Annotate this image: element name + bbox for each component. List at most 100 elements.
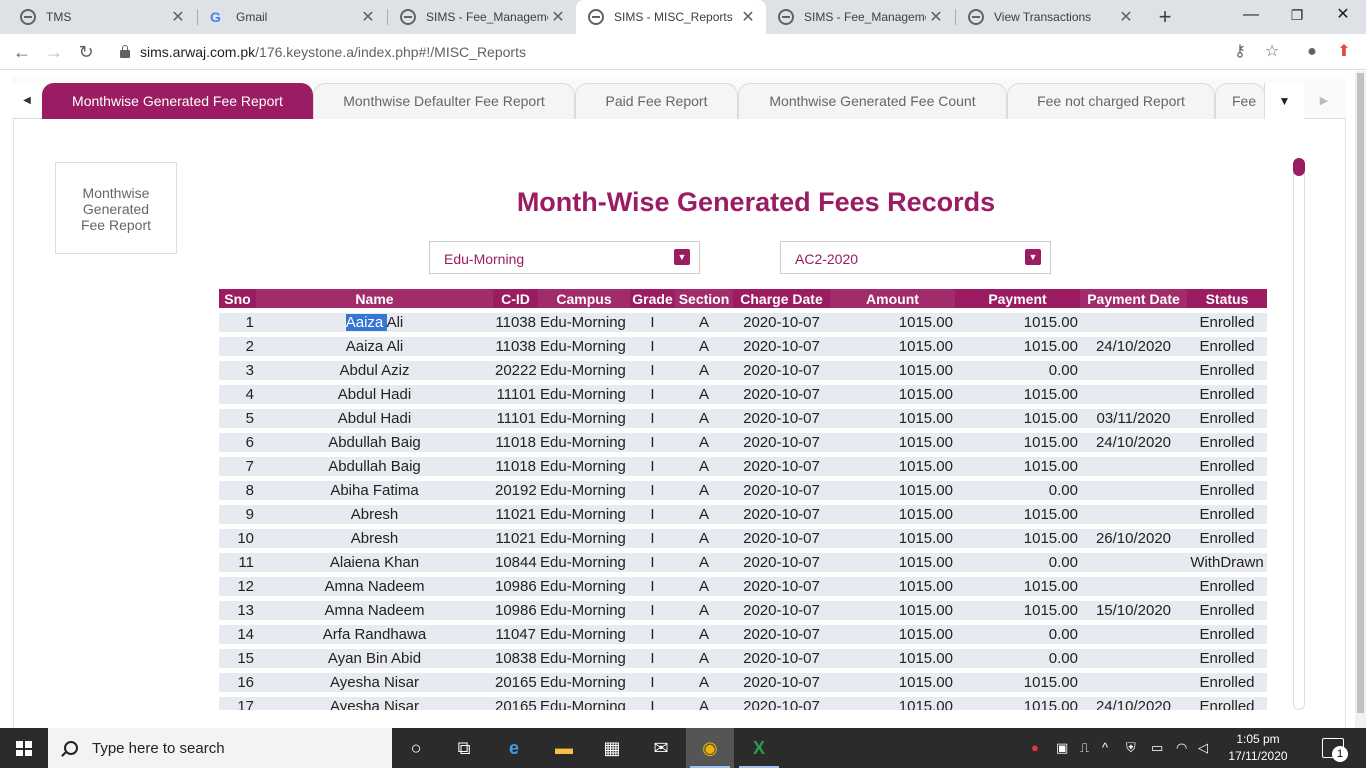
taskbar-clock[interactable]: 1:05 pm 17/11/2020 [1226, 731, 1290, 765]
column-header[interactable]: Name [256, 289, 493, 308]
close-icon[interactable]: ✕ [168, 7, 188, 27]
table-scrollbar-thumb[interactable] [1293, 158, 1305, 176]
profile-avatar-icon[interactable]: ● [1302, 42, 1322, 62]
restore-icon[interactable]: ❐ [1274, 0, 1320, 34]
table-cell: I [630, 649, 675, 668]
browser-tab-misc-reports[interactable]: SIMS - MISC_Reports ✕ [576, 0, 766, 34]
table-scrollbar[interactable] [1293, 158, 1305, 710]
sidebar-report-item[interactable]: Monthwise Generated Fee Report [55, 162, 177, 254]
fees-table-container[interactable]: Sno Name C-ID Campus Grade Section Charg… [219, 289, 1267, 710]
browser-tab-gmail[interactable]: G Gmail ✕ [198, 0, 386, 34]
browser-tab-tms[interactable]: TMS ✕ [8, 0, 196, 34]
task-view-icon[interactable]: ⧉ [440, 728, 488, 768]
tab-fee-truncated[interactable]: Fee [1215, 83, 1265, 119]
table-cell: Ayesha Nisar [256, 697, 493, 710]
column-header[interactable]: Grade [630, 289, 675, 308]
table-row[interactable]: 13 Amna Nadeem 10986 Edu-Morning I A 2020-10-0… [219, 601, 1267, 620]
close-icon[interactable]: ✕ [738, 7, 758, 27]
tab-monthwise-generated-fee-count[interactable]: Monthwise Generated Fee Count [738, 83, 1007, 119]
table-row[interactable]: 7 Abdullah Baig 11018 Edu-Morning I A 2020-10-… [219, 457, 1267, 476]
tabs-prev-arrow-icon[interactable]: ◀ [13, 83, 41, 118]
volume-icon[interactable]: ◁ [1198, 740, 1208, 756]
table-row[interactable]: 8 Abiha Fatima 20192 Edu-Morning I A 2020-10-0… [219, 481, 1267, 500]
store-icon[interactable]: ▦ [588, 728, 636, 768]
reload-icon[interactable]: ↻ [74, 40, 98, 64]
column-header[interactable]: Sno [219, 289, 256, 308]
table-cell: Enrolled [1187, 529, 1267, 548]
file-explorer-icon[interactable]: ▬ [540, 728, 588, 768]
tab-fee-not-charged-report[interactable]: Fee not charged Report [1007, 83, 1215, 119]
table-cell: 1015.00 [830, 337, 955, 356]
table-cell: Enrolled [1187, 505, 1267, 524]
cortana-icon[interactable]: ○ [392, 728, 440, 768]
antivirus-icon[interactable]: ● [1031, 740, 1039, 755]
close-icon[interactable]: ✕ [926, 7, 946, 27]
security-shield-icon[interactable]: ⛨ [1126, 740, 1136, 756]
excel-icon[interactable]: X [735, 728, 783, 768]
table-cell [1080, 313, 1187, 332]
close-icon[interactable]: ✕ [1116, 7, 1136, 27]
battery-icon[interactable]: ▭ [1151, 740, 1163, 756]
tabs-dropdown-icon[interactable]: ▼ [1264, 83, 1304, 119]
key-icon[interactable]: ⚷ [1230, 42, 1250, 62]
bookmark-star-icon[interactable]: ☆ [1262, 42, 1282, 62]
table-row[interactable]: 11 Alaiena Khan 10844 Edu-Morning I A 2020-10-… [219, 553, 1267, 572]
column-header[interactable]: Payment Date [1080, 289, 1187, 308]
column-header[interactable]: Status [1187, 289, 1267, 308]
table-row[interactable]: 3 Abdul Aziz 20222 Edu-Morning I A 2020-10-07 1… [219, 361, 1267, 380]
chevron-up-icon[interactable]: ^ [1102, 740, 1108, 755]
page-scrollbar-thumb[interactable] [1357, 73, 1364, 713]
chrome-icon[interactable]: ◉ [686, 728, 734, 768]
table-row[interactable]: 14 Arfa Randhawa 11047 Edu-Morning I A 2020-10… [219, 625, 1267, 644]
table-cell: Edu-Morning [538, 409, 630, 428]
taskbar-search[interactable]: Type here to search [48, 728, 392, 768]
column-header[interactable]: Campus [538, 289, 630, 308]
table-row[interactable]: 12 Amna Nadeem 10986 Edu-Morning I A 2020-10-0… [219, 577, 1267, 596]
table-row[interactable]: 1 Aaiza Ali 11038 Edu-Morning I A 2020-10-07 10… [219, 313, 1267, 332]
column-header[interactable]: Amount [830, 289, 955, 308]
mail-icon[interactable]: ✉ [637, 728, 685, 768]
session-select[interactable]: AC2-2020 ▼ [780, 241, 1051, 274]
table-row[interactable]: 4 Abdul Hadi 11101 Edu-Morning I A 2020-10-07 1… [219, 385, 1267, 404]
table-row[interactable]: 5 Abdul Hadi 11101 Edu-Morning I A 2020-10-07 1… [219, 409, 1267, 428]
table-row[interactable]: 17 Ayesha Nisar 20165 Edu-Morning I A 2020-10-… [219, 697, 1267, 710]
tab-monthwise-defaulter-fee-report[interactable]: Monthwise Defaulter Fee Report [313, 83, 575, 119]
column-header[interactable]: Section [675, 289, 733, 308]
browser-tab-view-transactions[interactable]: View Transactions ✕ [956, 0, 1144, 34]
start-button[interactable] [0, 728, 48, 768]
browser-tab-fee-management[interactable]: SIMS - Fee_Management ✕ [388, 0, 576, 34]
page-scrollbar[interactable] [1355, 71, 1366, 728]
meet-now-icon[interactable]: ▣ [1056, 740, 1068, 756]
close-icon[interactable]: ✕ [358, 7, 378, 27]
tab-monthwise-generated-fee-report[interactable]: Monthwise Generated Fee Report [42, 83, 313, 119]
table-row[interactable]: 6 Abdullah Baig 11018 Edu-Morning I A 2020-10-… [219, 433, 1267, 452]
tabs-next-arrow-icon[interactable]: ▶ [1304, 83, 1344, 119]
address-bar[interactable]: sims.arwaj.com.pk/176.keystone.a/index.p… [108, 37, 1288, 67]
window-close-icon[interactable]: ✕ [1320, 0, 1366, 34]
table-cell: 2020-10-07 [733, 313, 830, 332]
close-icon[interactable]: ✕ [548, 7, 568, 27]
edge-icon[interactable]: e [490, 728, 538, 768]
table-row[interactable]: 10 Abresh 11021 Edu-Morning I A 2020-10-07 1015… [219, 529, 1267, 548]
minimize-icon[interactable]: — [1228, 0, 1274, 34]
tab-paid-fee-report[interactable]: Paid Fee Report [575, 83, 738, 119]
table-row[interactable]: 15 Ayan Bin Abid 10838 Edu-Morning I A 2020-10… [219, 649, 1267, 668]
table-cell: Enrolled [1187, 577, 1267, 596]
back-arrow-icon[interactable]: ← [10, 40, 34, 64]
column-header[interactable]: C-ID [493, 289, 538, 308]
table-row[interactable]: 16 Ayesha Nisar 20165 Edu-Morning I A 2020-10-… [219, 673, 1267, 692]
usb-icon[interactable]: ⎍ [1080, 740, 1089, 756]
column-header[interactable]: Charge Date [733, 289, 830, 308]
table-cell: A [675, 697, 733, 710]
browser-tab-fee-management-2[interactable]: SIMS - Fee_Management ✕ [766, 0, 954, 34]
table-row[interactable]: 9 Abresh 11021 Edu-Morning I A 2020-10-07 1015.… [219, 505, 1267, 524]
column-header[interactable]: Payment [955, 289, 1080, 308]
campus-select[interactable]: Edu-Morning ▼ [429, 241, 700, 274]
forward-arrow-icon[interactable]: → [42, 40, 66, 64]
new-tab-plus-icon[interactable]: + [1153, 4, 1177, 30]
table-cell [1080, 577, 1187, 596]
update-icon[interactable]: ⬆ [1334, 42, 1354, 62]
table-cell: Edu-Morning [538, 697, 630, 710]
wifi-icon[interactable]: ◠ [1176, 740, 1187, 756]
table-row[interactable]: 2 Aaiza Ali 11038 Edu-Morning I A 2020-10-07 10… [219, 337, 1267, 356]
